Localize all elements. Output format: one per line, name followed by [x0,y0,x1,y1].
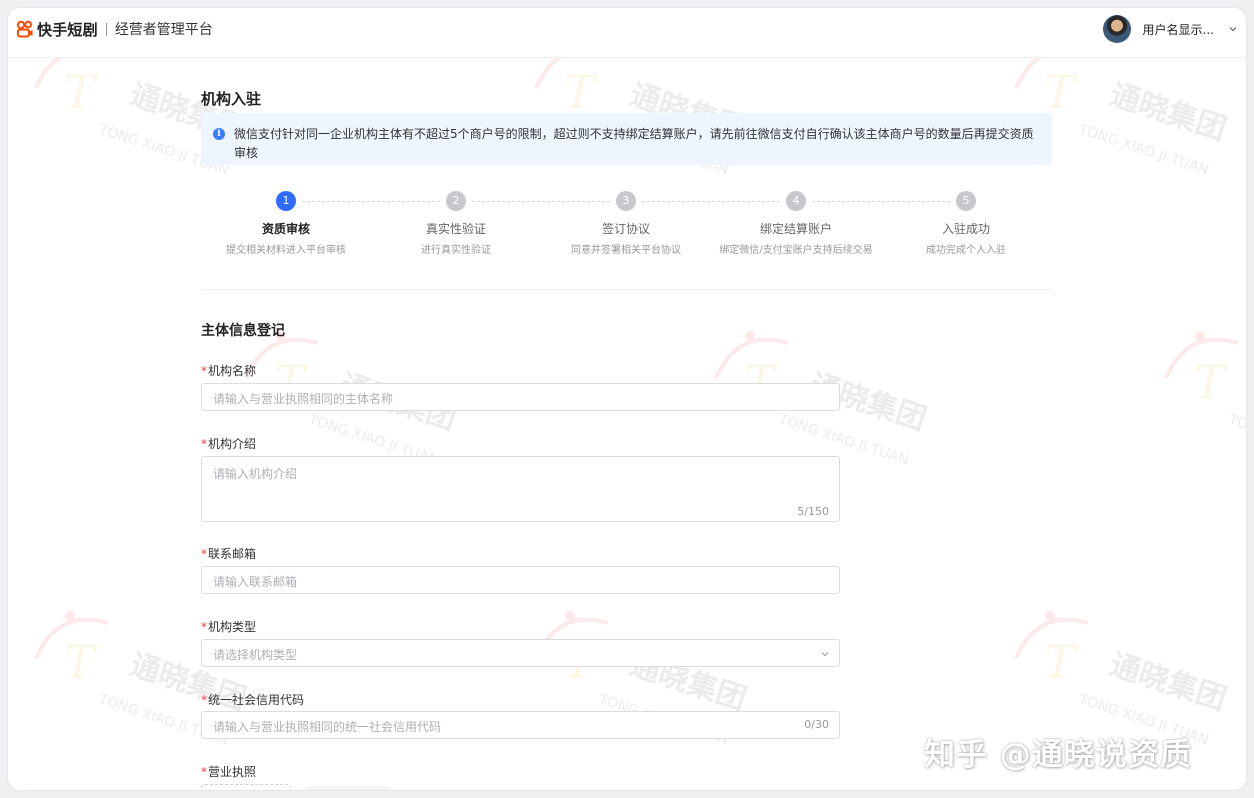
step-description: 同意并签署相关平台协议 [571,245,681,256]
divider [201,289,1052,290]
platform-name: 经营者管理平台 [114,22,213,38]
watermark-en: TONG XIAO JI TUAN [1076,121,1211,178]
required-mark: * [201,547,207,561]
required-mark: * [201,437,207,451]
watermark-en: TONG XIAO JI TUAN [1226,411,1246,468]
required-mark: * [201,693,207,707]
chevron-down-icon[interactable] [1228,24,1238,34]
company-watermark: T通晓集团TONG XIAO JI TUAN [1158,318,1246,472]
org-intro-placeholder: 请输入机构介绍 [213,467,298,481]
step-label: 真实性验证 [425,222,486,236]
svg-text:T: T [1044,635,1078,689]
svg-text:T: T [1194,355,1228,409]
user-name[interactable]: 用户名显示... [1143,21,1214,38]
brand-name: 快手短剧 [37,20,98,39]
org-intro-label: *机构介绍 [201,435,256,452]
app-window: T通晓集团TONG XIAO JI TUANT通晓集团TONG XIAO JI … [8,8,1246,790]
user-menu[interactable]: 用户名显示... [1102,14,1238,44]
step-description: 进行真实性验证 [421,245,491,256]
brand-separator [105,22,107,36]
required-mark: * [201,765,207,779]
step-label: 签订协议 [601,222,650,236]
step-number: 3 [616,191,636,211]
org-intro-label-text: 机构介绍 [208,437,257,451]
watermark-cn: 通晓集团 [1106,77,1231,147]
required-mark: * [201,620,207,634]
step-1: 1 资质审核提交相关材料进入平台审核 [201,191,371,256]
credit-code-placeholder: 请输入与营业执照相同的统一社会信用代码 [213,720,442,734]
license-label-text: 营业执照 [208,765,257,779]
org-type-label: *机构类型 [201,618,256,635]
page-title: 机构入驻 [201,90,262,108]
top-bar: 快手短剧 经营者管理平台 用户名显示... [8,8,1246,58]
step-number: 4 [786,191,806,211]
org-type-label-text: 机构类型 [208,620,257,634]
svg-text:T: T [1044,65,1078,119]
org-type-placeholder: 请选择机构类型 [213,648,298,662]
step-3: 3 签订协议同意并签署相关平台协议 [541,191,711,256]
step-5: 5 入驻成功成功完成个人入驻 [881,191,1051,256]
email-placeholder: 请输入联系邮箱 [213,575,298,589]
step-description: 提交相关材料进入平台审核 [226,245,346,256]
email-label: *联系邮箱 [201,545,256,562]
org-name-label-text: 机构名称 [208,364,257,378]
step-number: 5 [956,191,976,211]
org-name-placeholder: 请输入与营业执照相同的主体名称 [213,392,394,406]
chevron-down-icon[interactable] [820,649,830,659]
license-label: *营业执照 [201,763,256,780]
step-label: 资质审核 [261,222,310,236]
svg-text:T: T [64,65,98,119]
email-field[interactable]: 请输入联系邮箱 [201,566,840,594]
credit-code-label: *统一社会信用代码 [201,691,304,708]
step-label: 绑定结算账户 [759,222,832,236]
org-intro-textarea[interactable]: 请输入机构介绍 5/150 [201,456,840,522]
credit-code-counter: 0/30 [804,718,829,731]
org-intro-counter: 5/150 [797,505,829,518]
notice-text: 微信支付针对同一企业机构主体有不超过5个商户号的限制，超过则不支持绑定结算账户，… [234,127,1034,160]
info-icon: i [213,128,225,140]
required-mark: * [201,364,207,378]
section-title: 主体信息登记 [201,323,285,339]
step-number: 1 [276,191,296,211]
credit-code-input[interactable]: 请输入与营业执照相同的统一社会信用代码 0/30 [201,711,840,739]
email-label-text: 联系邮箱 [208,547,257,561]
step-label: 入驻成功 [941,222,990,236]
step-2: 2 真实性验证进行真实性验证 [371,191,541,256]
svg-text:T: T [64,635,98,689]
watermark-cn: 通晓集团 [1106,647,1231,717]
brand[interactable]: 快手短剧 经营者管理平台 [16,18,213,40]
license-upload-box[interactable] [201,784,291,790]
credit-code-label-text: 统一社会信用代码 [208,693,305,707]
org-name-input[interactable]: 请输入与营业执照相同的主体名称 [201,383,840,411]
kuaishou-logo-icon [16,20,33,38]
zhihu-watermark: 知乎 @通晓说资质 [924,737,1192,773]
license-example-box [305,786,391,790]
step-description: 成功完成个人入驻 [926,245,1006,256]
org-type-select[interactable]: 请选择机构类型 [201,639,840,667]
avatar[interactable] [1102,15,1131,43]
progress-steps: 1 资质审核提交相关材料进入平台审核 2 真实性验证进行真实性验证 3 签订协议同意并签署… [201,191,1052,271]
step-number: 2 [446,191,466,211]
svg-text:T: T [564,65,598,119]
notice-banner: i 微信支付针对同一企业机构主体有不超过5个商户号的限制，超过则不支持绑定结算账… [201,113,1052,165]
step-description: 绑定微信/支付宝账户支持后续交易 [719,245,873,256]
step-4: 4 绑定结算账户绑定微信/支付宝账户支持后续交易 [711,191,881,256]
org-name-label: *机构名称 [201,362,256,379]
